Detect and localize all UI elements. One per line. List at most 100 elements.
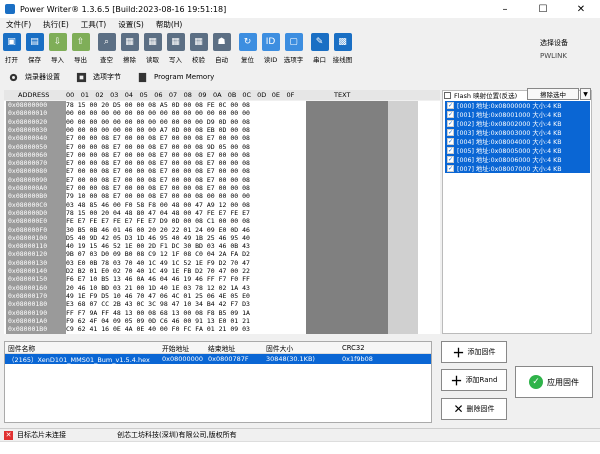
hex-column-header: 02 bbox=[95, 91, 104, 99]
device-select-dropdown[interactable]: PWLINK bbox=[540, 52, 567, 60]
toolbar-button-3[interactable]: ⇧ 导出 bbox=[69, 31, 92, 67]
toolbar-button-11[interactable]: ID 读ID bbox=[259, 31, 282, 67]
minimize-button[interactable]: – bbox=[486, 0, 524, 18]
flash-mapping-checkbox[interactable]: Flash 映射位置(反选) bbox=[444, 90, 517, 100]
toolbar-button-label: 打开 bbox=[5, 56, 18, 64]
toolbar-button-13[interactable]: ✎ 串口 bbox=[308, 31, 331, 67]
toolbar-button-12[interactable]: ▢ 选项字 bbox=[282, 31, 305, 67]
toolbar: ▣ 打开 ▤ 保存 ⇩ 导入 ⇧ 导出 ⌕ 查空 ▦ 擦除 ▦ 读取 ▦ 写入 ▦ 校验 ☗ 自动 ↻ 复位 ID 读ID ▢ 选… bbox=[0, 31, 600, 67]
list-item[interactable]: ✓ [005] 地址:0x08005000 大小:4 KB bbox=[445, 146, 590, 155]
hex-row-address: 0x080000B0 bbox=[8, 192, 48, 201]
toolbar-button-4[interactable]: ⌕ 查空 bbox=[95, 31, 118, 67]
hex-column-header: 01 bbox=[80, 91, 89, 99]
maximize-button[interactable]: ☐ bbox=[524, 0, 562, 18]
list-item[interactable]: ✓ [004] 地址:0x08004000 大小:4 KB bbox=[445, 137, 590, 146]
delete-firmware-button[interactable]: ✕ 删除固件 bbox=[441, 398, 507, 420]
hex-row-bytes: E7 00 00 08 E7 00 00 08 E7 00 00 08 E7 0… bbox=[66, 134, 250, 143]
apply-firmware-button[interactable]: ✓ 应用固件 bbox=[515, 366, 593, 398]
list-item[interactable]: ✓ [000] 地址:0x08000000 大小:4 KB bbox=[445, 101, 590, 110]
list-item[interactable]: ✓ [003] 地址:0x08003000 大小:4 KB bbox=[445, 128, 590, 137]
sector-label: [003] 地址:0x08003000 大小:4 KB bbox=[457, 130, 562, 137]
checkbox-checked-icon[interactable]: ✓ bbox=[447, 102, 454, 109]
hex-row-address: 0x080001A0 bbox=[8, 316, 48, 325]
hex-row-address: 0x08000020 bbox=[8, 117, 48, 126]
add-firmware-label: 添加固件 bbox=[467, 348, 496, 356]
copyright-text: 创芯工坊科技(深圳)有限公司,版权所有 bbox=[117, 431, 237, 439]
hex-scrollbar[interactable] bbox=[388, 101, 418, 334]
hex-column-header: 0D bbox=[257, 91, 267, 99]
hex-column-header: 0A bbox=[213, 91, 222, 99]
hex-row-bytes: FE E7 FE E7 FE E7 FE E7 D9 0D 00 08 C1 0… bbox=[66, 217, 250, 226]
text-column bbox=[306, 101, 388, 334]
list-item[interactable]: ✓ [007] 地址:0x08007000 大小:4 KB bbox=[445, 164, 590, 173]
checkbox-checked-icon[interactable]: ✓ bbox=[447, 165, 454, 172]
close-icon: ✕ bbox=[453, 402, 464, 416]
checkbox-checked-icon[interactable]: ✓ bbox=[447, 111, 454, 118]
toolbar-button-8[interactable]: ▦ 校验 bbox=[187, 31, 210, 67]
toolbar-button-0[interactable]: ▣ 打开 bbox=[0, 31, 23, 67]
toolbar-button-2[interactable]: ⇩ 导入 bbox=[46, 31, 69, 67]
toolbar-button-label: 保存 bbox=[28, 56, 41, 64]
menu-file[interactable]: 文件(F) bbox=[0, 19, 37, 30]
hex-column-header: 03 bbox=[110, 91, 119, 99]
add-firmware-button[interactable]: ＋ 添加固件 bbox=[441, 341, 507, 363]
hex-row-address: 0x08000070 bbox=[8, 159, 48, 168]
hex-row-address: 0x080000F0 bbox=[8, 225, 48, 234]
list-item[interactable]: ✓ [006] 地址:0x08006000 大小:4 KB bbox=[445, 155, 590, 164]
toolbar-button-label: 读ID bbox=[263, 56, 278, 64]
toolbar-button-10[interactable]: ↻ 复位 bbox=[236, 31, 259, 67]
hex-row-bytes: E7 00 00 08 E7 00 00 08 E7 00 00 08 E7 0… bbox=[66, 150, 250, 159]
error-icon: ✕ bbox=[4, 430, 13, 440]
application-window: Power Writer® 1.3.6.5 [Build:2023-08-16 … bbox=[0, 0, 600, 454]
sector-label: [002] 地址:0x08002000 大小:4 KB bbox=[457, 121, 562, 128]
hex-row-address: 0x080000C0 bbox=[8, 200, 48, 209]
menu-help[interactable]: 帮助(H) bbox=[150, 19, 189, 30]
programmer-settings-tab[interactable]: 烧录器设置 bbox=[8, 72, 60, 83]
hex-row-bytes: E3 68 07 CC 2B 43 0C 3C 98 47 10 34 B4 4… bbox=[66, 300, 250, 309]
hex-editor[interactable]: 0x08000000 78 15 00 20 D5 00 00 08 A5 0D … bbox=[4, 101, 440, 334]
hex-row-address: 0x08000090 bbox=[8, 175, 48, 184]
toolbar-button-9[interactable]: ☗ 自动 bbox=[210, 31, 233, 67]
toolbar-button-6[interactable]: ▦ 读取 bbox=[141, 31, 164, 67]
hex-row-address: 0x08000170 bbox=[8, 291, 48, 300]
wiring-diagram-icon: ▩ bbox=[333, 33, 352, 51]
hex-row-bytes: E7 00 00 08 E7 00 00 08 E7 00 00 08 E7 0… bbox=[66, 159, 250, 168]
erase-selected-button[interactable]: 擦除选中 bbox=[527, 88, 579, 100]
toolbar-button-label: 导入 bbox=[51, 56, 64, 64]
col-start: 开始地址 bbox=[162, 344, 190, 353]
menu-tools[interactable]: 工具(T) bbox=[75, 19, 112, 30]
toolbar-button-14[interactable]: ▩ 接线图 bbox=[331, 31, 354, 67]
hex-row-bytes: 78 15 00 20 D5 00 00 08 A5 0D 00 08 FE 0… bbox=[66, 101, 250, 109]
hex-row-address: 0x08000080 bbox=[8, 167, 48, 176]
reset-icon: ↻ bbox=[238, 33, 257, 51]
sub-toolbar: 烧录器设置 选项字节 Program Memory bbox=[0, 68, 440, 86]
program-memory-tab[interactable]: Program Memory bbox=[137, 72, 214, 83]
checkbox-checked-icon[interactable]: ✓ bbox=[447, 138, 454, 145]
write-icon: ▦ bbox=[166, 33, 185, 51]
hex-column-header: 07 bbox=[168, 91, 178, 99]
export-icon: ⇧ bbox=[71, 33, 90, 51]
close-button[interactable]: ✕ bbox=[562, 0, 600, 18]
auto-icon: ☗ bbox=[212, 33, 231, 51]
table-row[interactable]: （2165）XenD101_MMS01_Bum_v1.5.4.hex 0x080… bbox=[5, 354, 431, 364]
firmware-crc: 0x1f9b08 bbox=[342, 355, 373, 363]
chevron-down-icon[interactable]: ▼ bbox=[580, 88, 591, 100]
checkbox-checked-icon[interactable]: ✓ bbox=[447, 120, 454, 127]
list-item[interactable]: ✓ [001] 地址:0x08001000 大小:4 KB bbox=[445, 110, 590, 119]
menu-settings[interactable]: 设置(S) bbox=[112, 19, 150, 30]
toolbar-button-5[interactable]: ▦ 擦除 bbox=[118, 31, 141, 67]
checkbox-checked-icon[interactable]: ✓ bbox=[447, 156, 454, 163]
program-memory-label: Program Memory bbox=[154, 73, 215, 81]
hex-column-header: 04 bbox=[124, 91, 134, 99]
option-bytes-tab[interactable]: 选项字节 bbox=[76, 72, 121, 83]
add-rand-button[interactable]: ＋ 添加Rand bbox=[441, 369, 507, 391]
hex-row-bytes: 03 48 85 46 00 F0 58 F8 00 48 00 47 A9 1… bbox=[66, 200, 250, 209]
menu-execute[interactable]: 执行(E) bbox=[37, 19, 75, 30]
toolbar-button-1[interactable]: ▤ 保存 bbox=[23, 31, 46, 67]
list-item[interactable]: ✓ [002] 地址:0x08002000 大小:4 KB bbox=[445, 119, 590, 128]
toolbar-button-7[interactable]: ▦ 写入 bbox=[164, 31, 187, 67]
checkbox-checked-icon[interactable]: ✓ bbox=[447, 129, 454, 136]
hex-row-bytes: 78 15 00 20 04 48 80 47 04 48 00 47 FE E… bbox=[66, 208, 250, 217]
checkbox-checked-icon[interactable]: ✓ bbox=[447, 147, 454, 154]
hex-row-address: 0x08000190 bbox=[8, 308, 48, 317]
